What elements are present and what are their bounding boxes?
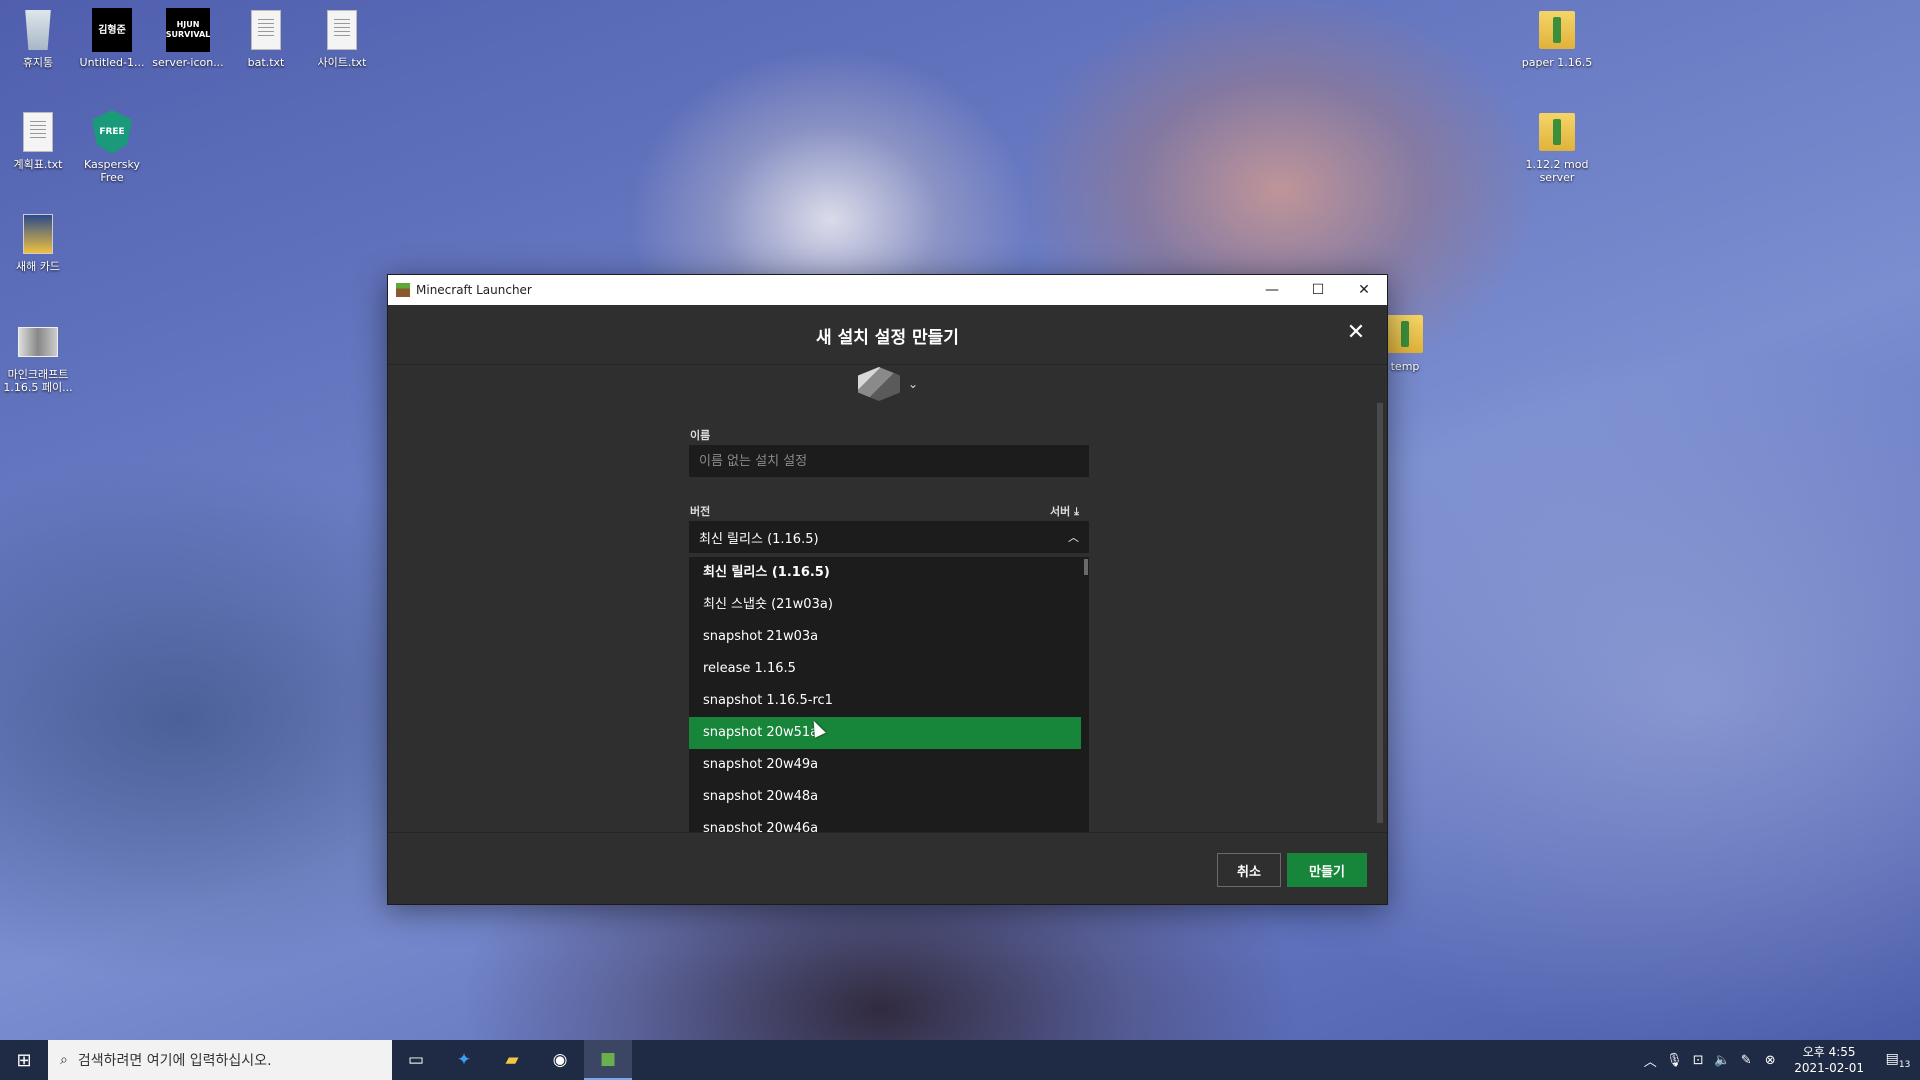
desktop-icon-mod-server[interactable]: 1.12.2 mod server <box>1520 110 1594 184</box>
window-titlebar[interactable]: Minecraft Launcher — ☐ ✕ <box>388 275 1387 305</box>
desktop-icon-site-txt[interactable]: 사이트.txt <box>305 8 379 69</box>
minimize-button[interactable]: — <box>1249 275 1295 305</box>
clock-time: 오후 4:55 <box>1802 1045 1856 1059</box>
desktop-icon-bat-txt[interactable]: bat.txt <box>229 8 303 69</box>
version-option[interactable]: snapshot 20w46a <box>689 813 1081 832</box>
zip-folder-icon <box>1385 312 1425 356</box>
installation-icon-picker[interactable]: ⌄ <box>858 367 918 401</box>
dropdown-scrollbar[interactable] <box>1083 557 1089 832</box>
cancel-button[interactable]: 취소 <box>1217 853 1281 887</box>
notification-center-icon[interactable]: ▤13 <box>1876 1051 1920 1070</box>
dialog-header: 새 설치 설정 만들기 ✕ <box>388 305 1387 365</box>
image-file-icon <box>18 320 58 364</box>
microphone-icon[interactable]: 🎙 <box>1662 1053 1686 1068</box>
desktop-icon-server-icon[interactable]: HJUN SURVIVAL server-icon... <box>151 8 225 69</box>
notification-count: 13 <box>1898 1059 1911 1070</box>
maximize-button[interactable]: ☐ <box>1295 275 1341 305</box>
dialog-title: 새 설치 설정 만들기 <box>816 328 959 348</box>
dropdown-scrollbar-thumb[interactable] <box>1084 559 1088 575</box>
desktop-icon-recycle-bin[interactable]: 휴지통 <box>1 8 75 69</box>
furnace-block-icon <box>858 367 900 401</box>
status-error-icon[interactable]: ⊗ <box>1758 1053 1782 1068</box>
installation-name-input[interactable] <box>689 445 1089 477</box>
version-dropdown-list[interactable]: 최신 릴리스 (1.16.5) 최신 스냅숏 (21w03a) snapshot… <box>689 557 1089 832</box>
search-placeholder: 검색하려면 여기에 입력하십시오. <box>77 1053 272 1069</box>
minecraft-launcher-taskbar-icon[interactable]: ■ <box>584 1040 632 1080</box>
text-file-icon <box>322 8 362 52</box>
version-option[interactable]: snapshot 20w48a <box>689 781 1081 813</box>
task-view-icon[interactable]: ▭ <box>392 1040 440 1080</box>
search-icon: ⌕ <box>60 1052 68 1068</box>
window-title: Minecraft Launcher <box>416 283 532 297</box>
desktop-icon-minecraft-page[interactable]: 마인크래프트 1.16.5 페이... <box>1 320 75 394</box>
windows-start-icon[interactable]: ⊞ <box>0 1040 48 1080</box>
image-file-icon: 김형준 <box>92 8 132 52</box>
desktop-icon-new-year-card[interactable]: 새해 카드 <box>1 212 75 273</box>
taskbar-search-box[interactable]: ⌕ 검색하려면 여기에 입력하십시오. <box>48 1040 392 1080</box>
desktop-icon-untitled[interactable]: 김형준 Untitled-1... <box>75 8 149 69</box>
twitter-app-icon[interactable]: ✦ <box>440 1040 488 1080</box>
version-option[interactable]: 최신 스냅숏 (21w03a) <box>689 589 1081 621</box>
dialog-scrollbar[interactable] <box>1377 403 1383 823</box>
create-button[interactable]: 만들기 <box>1287 853 1367 887</box>
version-option[interactable]: snapshot 1.16.5-rc1 <box>689 685 1081 717</box>
clock-date: 2021-02-01 <box>1794 1061 1864 1075</box>
server-download-link[interactable]: 서버 ⤓ <box>1050 503 1079 519</box>
image-file-icon: HJUN SURVIVAL <box>166 8 210 52</box>
obs-app-icon[interactable]: ◉ <box>536 1040 584 1080</box>
name-label: 이름 <box>690 429 711 442</box>
text-file-icon <box>246 8 286 52</box>
network-icon[interactable]: ⊡ <box>1686 1053 1710 1068</box>
volume-icon[interactable]: 🔈 <box>1710 1053 1734 1068</box>
pen-icon[interactable]: ✎ <box>1734 1053 1758 1068</box>
close-window-button[interactable]: ✕ <box>1341 275 1387 305</box>
chevron-up-icon[interactable]: ︿ <box>1638 1051 1662 1070</box>
version-option[interactable]: 최신 릴리스 (1.16.5) <box>689 557 1081 589</box>
chevron-up-icon: ︿ <box>1068 531 1079 544</box>
version-option[interactable]: snapshot 21w03a <box>689 621 1081 653</box>
file-explorer-icon[interactable]: ▰ <box>488 1040 536 1080</box>
version-option[interactable]: release 1.16.5 <box>689 653 1081 685</box>
system-tray: ︿ 🎙 ⊡ 🔈 ✎ ⊗ 오후 4:55 2021-02-01 ▤13 <box>1638 1040 1920 1080</box>
text-file-icon <box>18 110 58 154</box>
desktop-icon-plan-txt[interactable]: 계획표.txt <box>1 110 75 171</box>
kaspersky-shield-icon: FREE <box>92 110 132 154</box>
taskbar: ⊞ ⌕ 검색하려면 여기에 입력하십시오. ▭ ✦ ▰ ◉ ■ ︿ 🎙 ⊡ 🔈 … <box>0 1040 1920 1080</box>
version-option[interactable]: snapshot 20w49a <box>689 749 1081 781</box>
taskbar-clock[interactable]: 오후 4:55 2021-02-01 <box>1782 1044 1876 1076</box>
selected-version: 최신 릴리스 (1.16.5) <box>699 531 819 547</box>
version-select[interactable]: 최신 릴리스 (1.16.5) ︿ <box>689 521 1089 553</box>
minecraft-launcher-window: Minecraft Launcher — ☐ ✕ 새 설치 설정 만들기 ✕ ⌄… <box>387 274 1388 905</box>
version-option-highlighted[interactable]: snapshot 20w51a <box>689 717 1081 749</box>
desktop-icon-kaspersky[interactable]: FREE Kaspersky Free <box>75 110 149 184</box>
zip-folder-icon <box>1537 8 1577 52</box>
minecraft-grass-block-icon <box>396 283 410 297</box>
desktop-icon-paper-1165[interactable]: paper 1.16.5 <box>1520 8 1594 69</box>
chevron-down-icon: ⌄ <box>908 377 919 391</box>
close-dialog-icon[interactable]: ✕ <box>1343 320 1369 346</box>
card-file-icon <box>18 212 58 256</box>
version-label: 버전 <box>690 505 711 518</box>
dialog-footer: 취소 만들기 <box>388 832 1387 904</box>
recycle-bin-icon <box>18 8 58 52</box>
zip-folder-icon <box>1537 110 1577 154</box>
